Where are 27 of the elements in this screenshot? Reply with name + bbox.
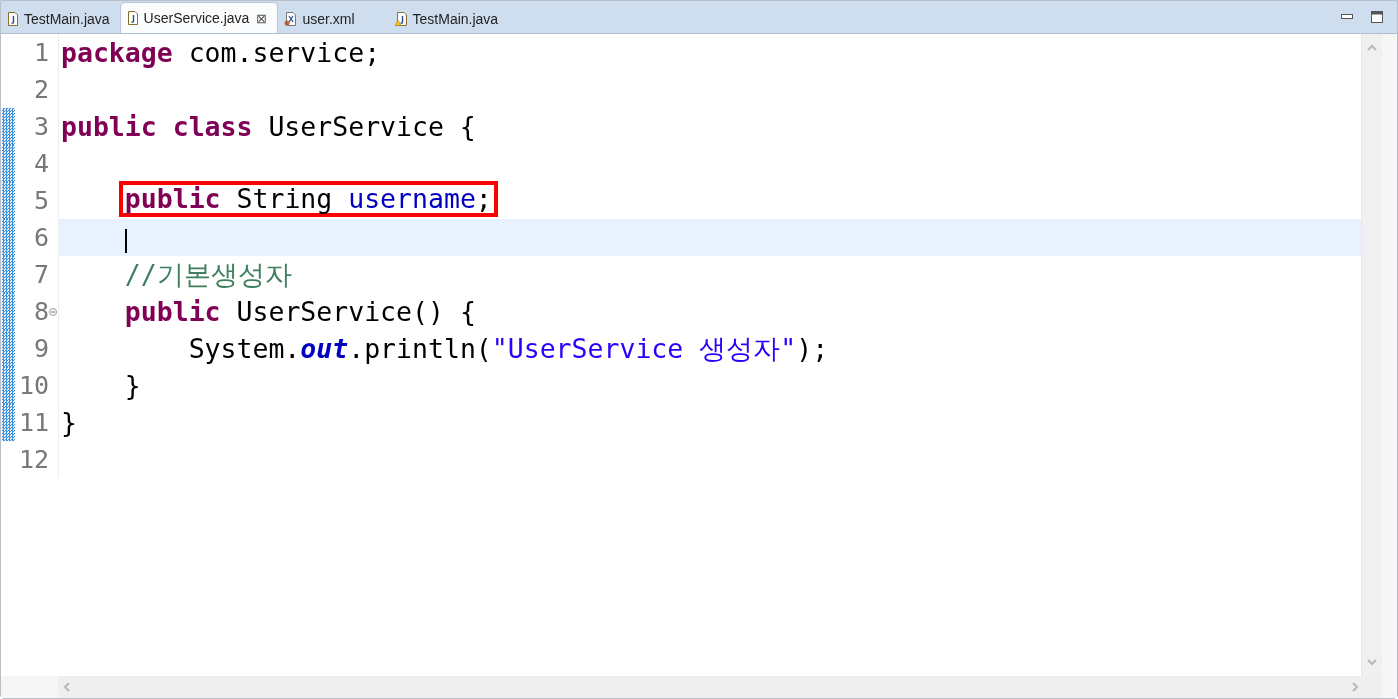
xml-file-icon <box>284 11 298 26</box>
text-cursor <box>124 228 127 253</box>
scroll-down-icon[interactable] <box>1367 659 1377 666</box>
editor-tab[interactable]: UserService.java ⊠ <box>119 2 279 33</box>
editor-tab[interactable]: TestMain.java <box>1 4 120 33</box>
maximize-icon[interactable] <box>1371 11 1383 23</box>
java-file-icon <box>126 11 139 25</box>
vertical-scrollbar[interactable] <box>1362 34 1397 676</box>
code-text: } <box>61 407 77 438</box>
collapse-icon[interactable] <box>49 307 57 316</box>
horizontal-scrollbar[interactable] <box>1 676 1397 698</box>
scroll-right-icon[interactable] <box>1352 682 1359 692</box>
scroll-up-icon[interactable] <box>1367 44 1377 51</box>
highlighted-code: public String username; <box>118 180 498 217</box>
code-text: } <box>124 370 141 401</box>
code-text: package com.service; <box>61 37 381 68</box>
code-text: //기본생성자 <box>124 257 292 292</box>
java-file-icon <box>7 11 19 26</box>
minimize-icon[interactable] <box>1341 14 1353 20</box>
editor-tab[interactable]: user.xml <box>278 4 365 33</box>
java-file-warning-icon <box>394 11 408 26</box>
code-text: public class UserService { <box>61 111 476 142</box>
scroll-left-icon[interactable] <box>63 682 70 692</box>
code-text: public UserService() { <box>124 296 476 327</box>
close-tab-icon[interactable]: ⊠ <box>256 10 268 26</box>
code-text: System.out.println("UserService 생성자"); <box>188 331 829 366</box>
editor-tab[interactable]: TestMain.java <box>364 4 509 33</box>
